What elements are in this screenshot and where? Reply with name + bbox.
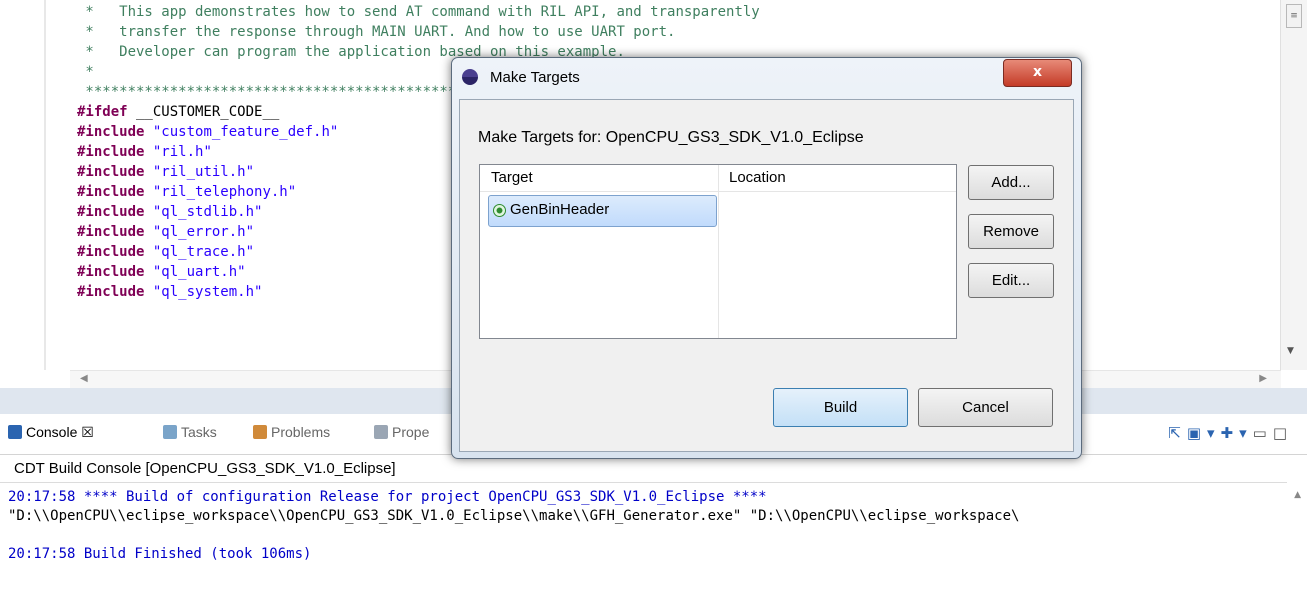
properties-icon — [374, 425, 388, 439]
code-token: "ril_telephony.h" — [144, 184, 297, 200]
dialog-title: Make Targets — [490, 69, 580, 86]
code-token: "ql_uart.h" — [144, 264, 246, 280]
add-button[interactable]: Add... — [968, 165, 1054, 200]
code-token: "ql_trace.h" — [144, 244, 255, 260]
code-token: #include — [77, 284, 145, 300]
tasks-icon — [163, 425, 177, 439]
eclipse-icon — [462, 69, 478, 85]
minimize-icon[interactable]: ▭ — [1253, 424, 1273, 442]
code-line: * transfer the response through MAIN UAR… — [77, 22, 760, 42]
remove-button[interactable]: Remove — [968, 214, 1054, 249]
column-divider — [718, 165, 719, 338]
problems-icon — [253, 425, 267, 439]
code-token: #include — [77, 264, 145, 280]
target-icon — [493, 204, 506, 217]
console-lines: 20:17:58 **** Build of configuration Rel… — [8, 488, 1019, 564]
maximize-icon[interactable]: □ — [1273, 424, 1293, 442]
code-token: * This app demonstrates how to send AT c… — [77, 4, 760, 20]
display-console-icon[interactable]: ▣▾ — [1187, 424, 1221, 442]
table-row[interactable]: GenBinHeader — [488, 195, 717, 227]
console-scroll-up-icon[interactable]: ▲ — [1294, 490, 1301, 500]
console-line: 20:17:58 Build Finished (took 106ms) — [8, 546, 312, 562]
code-token: "ql_stdlib.h" — [144, 204, 263, 220]
tab-tasks-label: Tasks — [181, 424, 217, 440]
make-targets-dialog: Make Targets x Make Targets for: OpenCPU… — [451, 57, 1082, 459]
tab-console-label: Console ☒ — [26, 424, 94, 440]
code-token: "custom_feature_def.h" — [144, 124, 339, 140]
column-header-location[interactable]: Location — [729, 169, 786, 186]
code-token: "ril.h" — [144, 144, 212, 160]
code-token: * transfer the response through MAIN UAR… — [77, 24, 676, 40]
column-header-target[interactable]: Target — [491, 169, 533, 186]
build-button[interactable]: Build — [773, 388, 908, 427]
code-token: #include — [77, 124, 145, 140]
console-icon — [8, 425, 22, 439]
dialog-heading: Make Targets for: OpenCPU_GS3_SDK_V1.0_E… — [478, 129, 864, 146]
code-token: * — [77, 64, 94, 80]
target-name: GenBinHeader — [510, 201, 610, 218]
console-toolbar: ⇱▣▾✚▾▭□ — [1168, 424, 1293, 442]
code-token: #include — [77, 244, 145, 260]
code-token: #include — [77, 164, 145, 180]
scroll-down-icon[interactable]: ▼ — [1287, 346, 1294, 356]
open-console-icon[interactable]: ✚▾ — [1221, 424, 1253, 442]
code-token: #include — [77, 204, 145, 220]
code-token: #include — [77, 224, 145, 240]
edit-button[interactable]: Edit... — [968, 263, 1054, 298]
dialog-body: Make Targets for: OpenCPU_GS3_SDK_V1.0_E… — [459, 99, 1074, 452]
tab-problems[interactable]: Problems — [253, 424, 330, 440]
tab-properties-label: Prope — [392, 424, 430, 440]
console-output[interactable]: 20:17:58 **** Build of configuration Rel… — [0, 482, 1287, 603]
code-line: * This app demonstrates how to send AT c… — [77, 2, 760, 22]
cancel-button[interactable]: Cancel — [918, 388, 1053, 427]
targets-table[interactable]: Target Location GenBinHeader — [479, 164, 957, 339]
code-token: "ql_error.h" — [144, 224, 255, 240]
scroll-left-icon[interactable]: ◀ — [80, 373, 88, 384]
overview-ruler-icon[interactable]: ≡ — [1286, 4, 1302, 28]
tab-problems-label: Problems — [271, 424, 331, 440]
tab-console[interactable]: Console ☒ — [8, 424, 94, 441]
close-button[interactable]: x — [1003, 59, 1072, 87]
code-token: "ql_system.h" — [144, 284, 263, 300]
editor-ruler — [44, 0, 46, 370]
tab-tasks[interactable]: Tasks — [163, 424, 217, 440]
code-token: __CUSTOMER_CODE__ — [127, 104, 280, 120]
console-title: CDT Build Console [OpenCPU_GS3_SDK_V1.0_… — [14, 460, 396, 477]
code-token: #ifdef — [77, 104, 128, 120]
scroll-right-icon[interactable]: ▶ — [1259, 373, 1267, 384]
console-line: 20:17:58 **** Build of configuration Rel… — [8, 489, 767, 505]
code-token: #include — [77, 184, 145, 200]
editor-vertical-scrollbar[interactable]: ≡ ▼ — [1280, 0, 1307, 370]
pin-console-icon[interactable]: ⇱ — [1168, 424, 1187, 442]
tab-properties[interactable]: Prope — [374, 424, 429, 440]
code-token: #include — [77, 144, 145, 160]
console-line: "D:\\OpenCPU\\eclipse_workspace\\OpenCPU… — [8, 508, 1020, 524]
code-token: "ril_util.h" — [144, 164, 255, 180]
